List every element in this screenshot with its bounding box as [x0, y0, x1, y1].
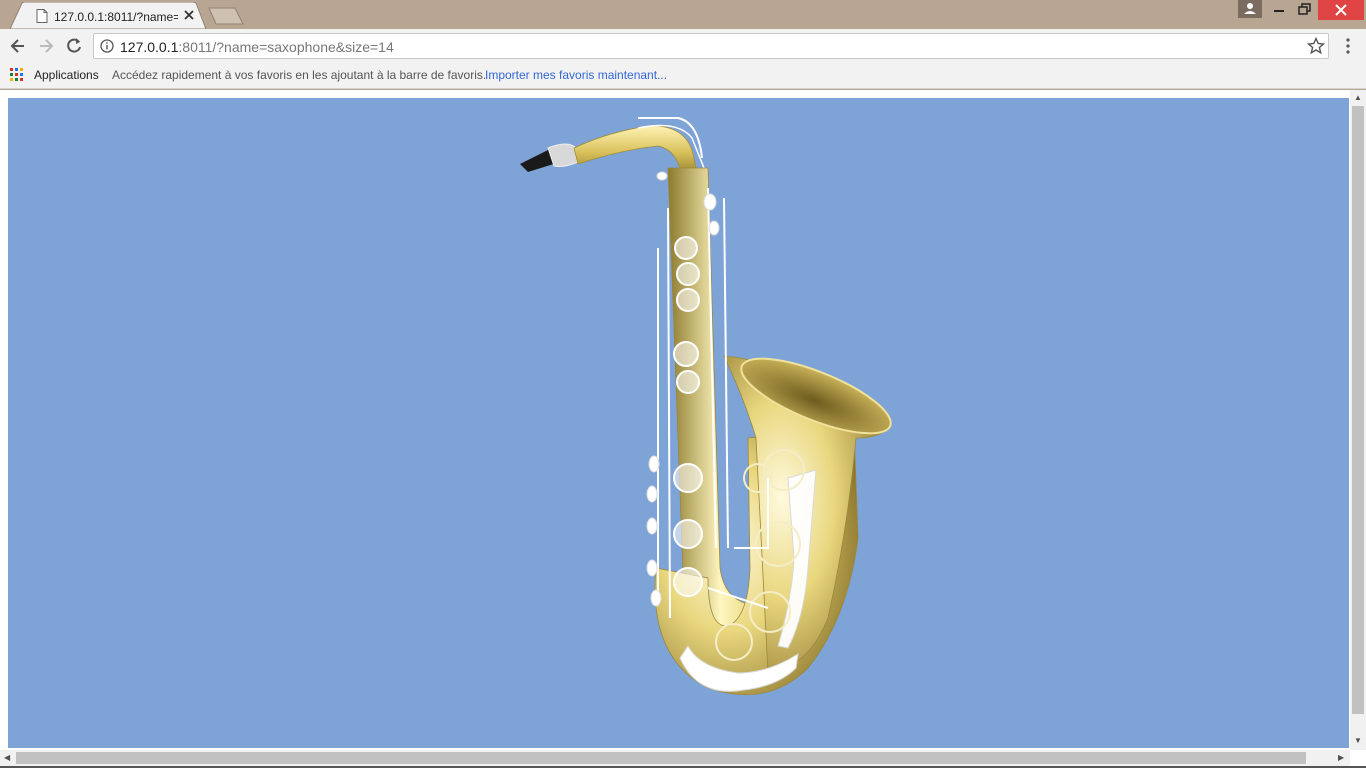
toolbar: 127.0.0.1:8011/?name=saxophone&size=14	[0, 29, 1366, 62]
vertical-scrollbar[interactable]: ▲ ▼	[1350, 90, 1366, 750]
title-bar: 127.0.0.1:8011/?name=sa	[0, 0, 1366, 29]
page-content: ▲ ▼ ◀ ▶	[0, 90, 1366, 768]
scroll-right-icon[interactable]: ▶	[1338, 753, 1344, 762]
user-icon	[1244, 3, 1256, 14]
minimize-button[interactable]	[1266, 0, 1292, 20]
page-icon	[36, 9, 48, 23]
info-icon[interactable]	[100, 39, 114, 53]
reload-icon[interactable]	[64, 36, 84, 56]
url-host: 127.0.0.1	[120, 39, 179, 55]
url-text[interactable]: 127.0.0.1:8011/?name=saxophone&size=14	[120, 39, 394, 55]
vertical-scroll-thumb[interactable]	[1352, 106, 1364, 714]
close-tab-icon[interactable]	[182, 8, 196, 22]
bookmark-star-icon[interactable]	[1307, 37, 1325, 55]
scroll-up-icon[interactable]: ▲	[1354, 93, 1362, 102]
forward-arrow-icon[interactable]	[36, 36, 56, 56]
url-path: :8011/?name=saxophone&size=14	[178, 39, 394, 55]
close-icon	[1335, 4, 1347, 16]
apps-grid-icon[interactable]	[10, 68, 24, 82]
scroll-left-icon[interactable]: ◀	[4, 753, 10, 762]
close-window-button[interactable]	[1318, 0, 1364, 20]
minimize-icon	[1274, 10, 1284, 12]
3d-viewport[interactable]	[8, 98, 1349, 748]
scroll-down-icon[interactable]: ▼	[1354, 736, 1362, 745]
tab-title: 127.0.0.1:8011/?name=sa	[54, 10, 178, 24]
restore-icon	[1298, 3, 1311, 15]
bookmarks-bar: Applications Accédez rapidement à vos fa…	[0, 62, 1366, 89]
bookmarks-hint: Accédez rapidement à vos favoris en les …	[112, 68, 487, 82]
horizontal-scrollbar[interactable]: ◀ ▶	[0, 750, 1350, 766]
user-profile-button[interactable]	[1238, 0, 1262, 18]
new-tab-button[interactable]	[207, 7, 245, 25]
mouthpiece	[520, 143, 579, 172]
address-bar[interactable]: 127.0.0.1:8011/?name=saxophone&size=14	[93, 33, 1329, 59]
horizontal-scroll-thumb[interactable]	[16, 752, 1306, 764]
browser-tab[interactable]: 127.0.0.1:8011/?name=sa	[10, 2, 206, 29]
saxophone-render	[520, 117, 892, 696]
import-bookmarks-link[interactable]: Importer mes favoris maintenant...	[485, 68, 667, 82]
menu-icon[interactable]	[1340, 36, 1356, 56]
restore-button[interactable]	[1292, 0, 1318, 20]
apps-link[interactable]: Applications	[34, 68, 99, 82]
back-arrow-icon[interactable]	[8, 36, 28, 56]
